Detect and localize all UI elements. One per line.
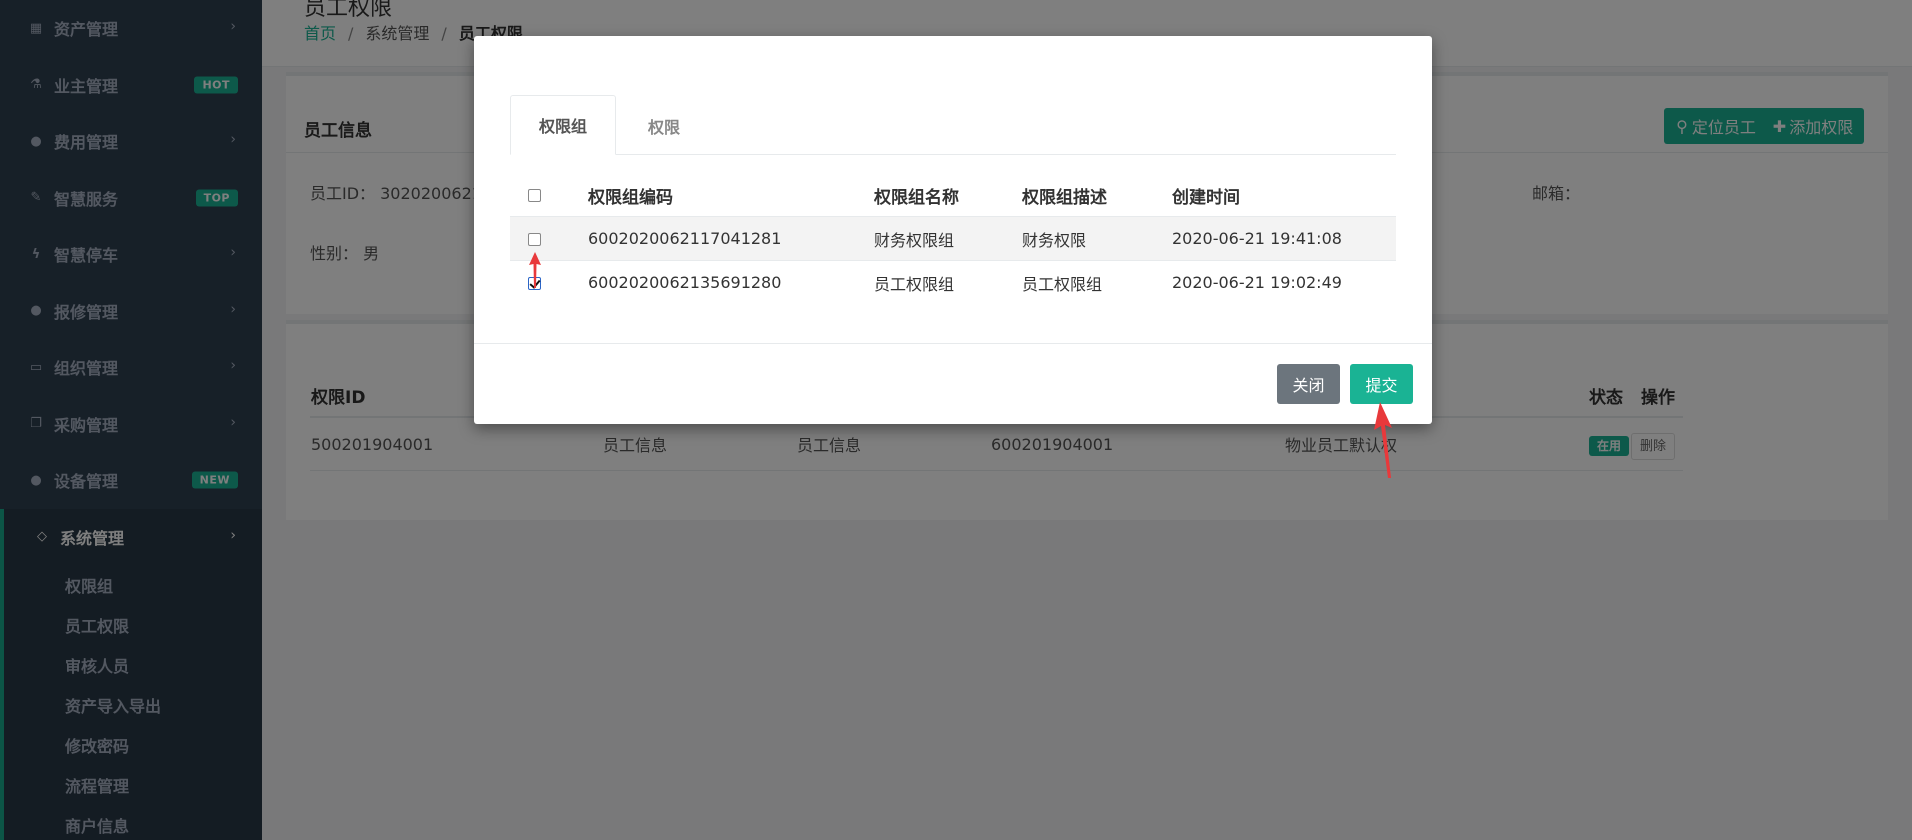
select-all-checkbox[interactable] — [528, 188, 541, 202]
annotation-arrow-up-icon — [1374, 402, 1392, 478]
row-checkbox[interactable] — [528, 233, 541, 246]
created-time-cell: 2020-06-21 19:41:08 — [1171, 216, 1396, 261]
permission-group-table: 权限组编码 权限组名称 权限组描述 创建时间 60020200621170412… — [510, 174, 1396, 304]
group-name-cell: 员工权限组 — [874, 274, 955, 294]
group-desc-cell: 财务权限 — [1021, 216, 1171, 261]
tab-permission[interactable]: 权限 — [614, 97, 714, 155]
table-header-row: 权限组编码 权限组名称 权限组描述 创建时间 — [510, 174, 1396, 217]
group-code-cell: 6002020062135691280 — [588, 273, 782, 292]
annotation-arrow-up-icon — [529, 252, 541, 288]
column-header: 权限组编码 — [587, 174, 873, 217]
permission-group-modal: 权限组 权限 权限组编码 权限组名称 权限组描述 创建时间 6002020062… — [474, 36, 1432, 424]
created-time-cell: 2020-06-21 19:02:49 — [1172, 273, 1342, 292]
modal-footer: 关闭 提交 — [474, 343, 1432, 424]
group-desc-cell: 员工权限组 — [1022, 274, 1103, 294]
group-name-cell: 财务权限组 — [873, 216, 1021, 261]
checkbox-cell — [510, 216, 587, 261]
tab-permission-group[interactable]: 权限组 — [510, 95, 616, 155]
table-row[interactable]: 6002020062135691280 员工权限组 员工权限组 2020-06-… — [510, 261, 1396, 305]
column-header: 权限组描述 — [1021, 174, 1171, 217]
column-header: 权限组名称 — [873, 174, 1021, 217]
select-all-cell — [510, 174, 587, 217]
submit-button[interactable]: 提交 — [1350, 364, 1413, 404]
close-button[interactable]: 关闭 — [1277, 364, 1340, 404]
checkbox-cell — [510, 261, 587, 305]
column-header: 创建时间 — [1171, 174, 1396, 217]
group-code-cell: 6002020062117041281 — [587, 216, 873, 261]
modal-tabs: 权限组 权限 — [510, 60, 1396, 155]
table-row[interactable]: 6002020062117041281 财务权限组 财务权限 2020-06-2… — [510, 216, 1396, 261]
